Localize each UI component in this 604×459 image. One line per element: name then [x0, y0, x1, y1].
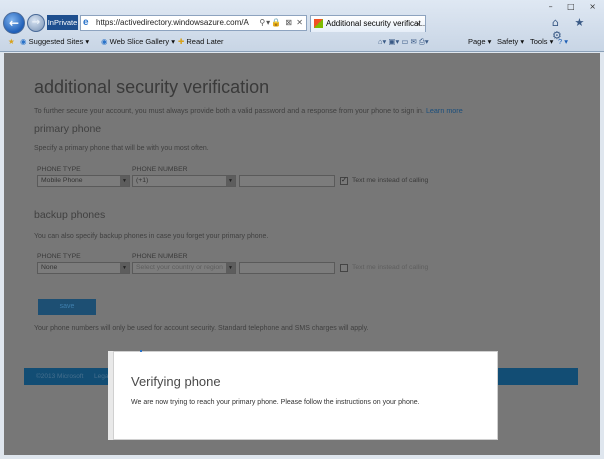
back-button[interactable]: ←: [3, 12, 25, 34]
primary-phone-type-select[interactable]: Mobile Phone ▼: [37, 175, 130, 187]
backup-phone-type-label: PHONE TYPE: [37, 253, 81, 260]
address-url[interactable]: https://activedirectory.windowsazure.com…: [96, 16, 249, 30]
progress-indicator: [140, 350, 142, 352]
verifying-phone-dialog: Verifying phone We are now trying to rea…: [113, 350, 498, 440]
backup-phones-heading: backup phones: [34, 209, 106, 221]
tab-favicon-icon: [314, 19, 323, 29]
primary-country-select[interactable]: (+1) ▼: [132, 175, 236, 187]
backup-phone-number-label: PHONE NUMBER: [132, 253, 188, 260]
tab-title: Additional security verificat...: [326, 19, 426, 28]
intro-text: To further secure your account, you must…: [34, 106, 463, 115]
backup-country-placeholder: Select your country or region: [136, 264, 223, 271]
address-bar-icons[interactable]: ⚲▾🔒 ⊠ ✕: [259, 16, 304, 30]
safety-menu[interactable]: Safety ▾: [497, 33, 524, 51]
backup-text-me-checkbox[interactable]: [340, 264, 348, 272]
backup-phone-number-input[interactable]: [239, 262, 335, 274]
chevron-down-icon: ▼: [120, 263, 129, 273]
tab-close-icon[interactable]: ×: [416, 16, 421, 32]
site-icon: e: [83, 17, 89, 28]
backup-phone-type-select[interactable]: None ▼: [37, 262, 130, 274]
suggested-sites-label: Suggested Sites ▾: [28, 37, 90, 46]
forward-arrow-icon: →: [31, 17, 41, 28]
help-menu[interactable]: ? ▾: [558, 33, 568, 51]
disclaimer-text: Your phone numbers will only be used for…: [34, 325, 369, 332]
page-title: additional security verification: [34, 77, 270, 97]
command-bar-icons[interactable]: ⌂▾ ▣▾ ▭ ✉ ⎙▾: [378, 33, 429, 51]
tools-menu[interactable]: Tools ▾: [530, 33, 553, 51]
web-slice-gallery-label: Web Slice Gallery ▾: [109, 37, 175, 46]
backup-country-select[interactable]: Select your country or region ▼: [132, 262, 236, 274]
copyright-text: ©2013 Microsoft: [36, 373, 84, 380]
chevron-down-icon: ▼: [226, 176, 235, 186]
dialog-message: We are now trying to reach your primary …: [131, 399, 420, 406]
read-later-label: Read Later: [186, 37, 224, 46]
chevron-down-icon: ▼: [226, 263, 235, 273]
back-arrow-icon: ←: [8, 16, 20, 30]
page-menu[interactable]: Page ▾: [468, 33, 491, 51]
address-bar[interactable]: e https://activedirectory.windowsazure.c…: [80, 15, 307, 31]
primary-text-me-checkbox[interactable]: ✓: [340, 177, 348, 185]
toolbar-home-favorites-tools-icons[interactable]: ⌂ ★ ⚙: [552, 16, 602, 42]
window-controls[interactable]: – □ ×: [540, 2, 602, 12]
suggested-sites-link[interactable]: ◉ Suggested Sites ▾: [20, 33, 89, 51]
primary-phone-description: Specify a primary phone that will be wit…: [34, 145, 209, 152]
tab-active[interactable]: Additional security verificat... ×: [310, 15, 426, 32]
learn-more-link[interactable]: Learn more: [426, 106, 463, 115]
save-button[interactable]: save: [38, 299, 96, 315]
backup-phone-type-value: None: [41, 264, 58, 271]
favorites-star-icon[interactable]: ★: [8, 33, 15, 51]
primary-phone-number-input[interactable]: [239, 175, 335, 187]
primary-phone-heading: primary phone: [34, 123, 102, 135]
primary-phone-type-value: Mobile Phone: [41, 177, 83, 184]
primary-phone-number-label: PHONE NUMBER: [132, 166, 188, 173]
primary-text-me-label: Text me instead of calling: [352, 177, 429, 184]
intro-sentence: To further secure your account, you must…: [34, 106, 424, 115]
backup-text-me-label: Text me instead of calling: [352, 264, 429, 271]
chevron-down-icon: ▼: [120, 176, 129, 186]
inprivate-badge: InPrivate: [47, 15, 78, 30]
read-later-link[interactable]: ✚ Read Later: [178, 33, 224, 51]
favorites-bar: ★ ◉ Suggested Sites ▾ ◉ Web Slice Galler…: [0, 33, 604, 51]
web-slice-gallery-link[interactable]: ◉ Web Slice Gallery ▾: [101, 33, 175, 51]
backup-phones-description: You can also specify backup phones in ca…: [34, 233, 269, 240]
primary-country-code-value: (+1): [136, 177, 149, 184]
forward-button[interactable]: →: [27, 14, 45, 32]
primary-phone-type-label: PHONE TYPE: [37, 166, 81, 173]
dialog-title: Verifying phone: [131, 374, 221, 389]
